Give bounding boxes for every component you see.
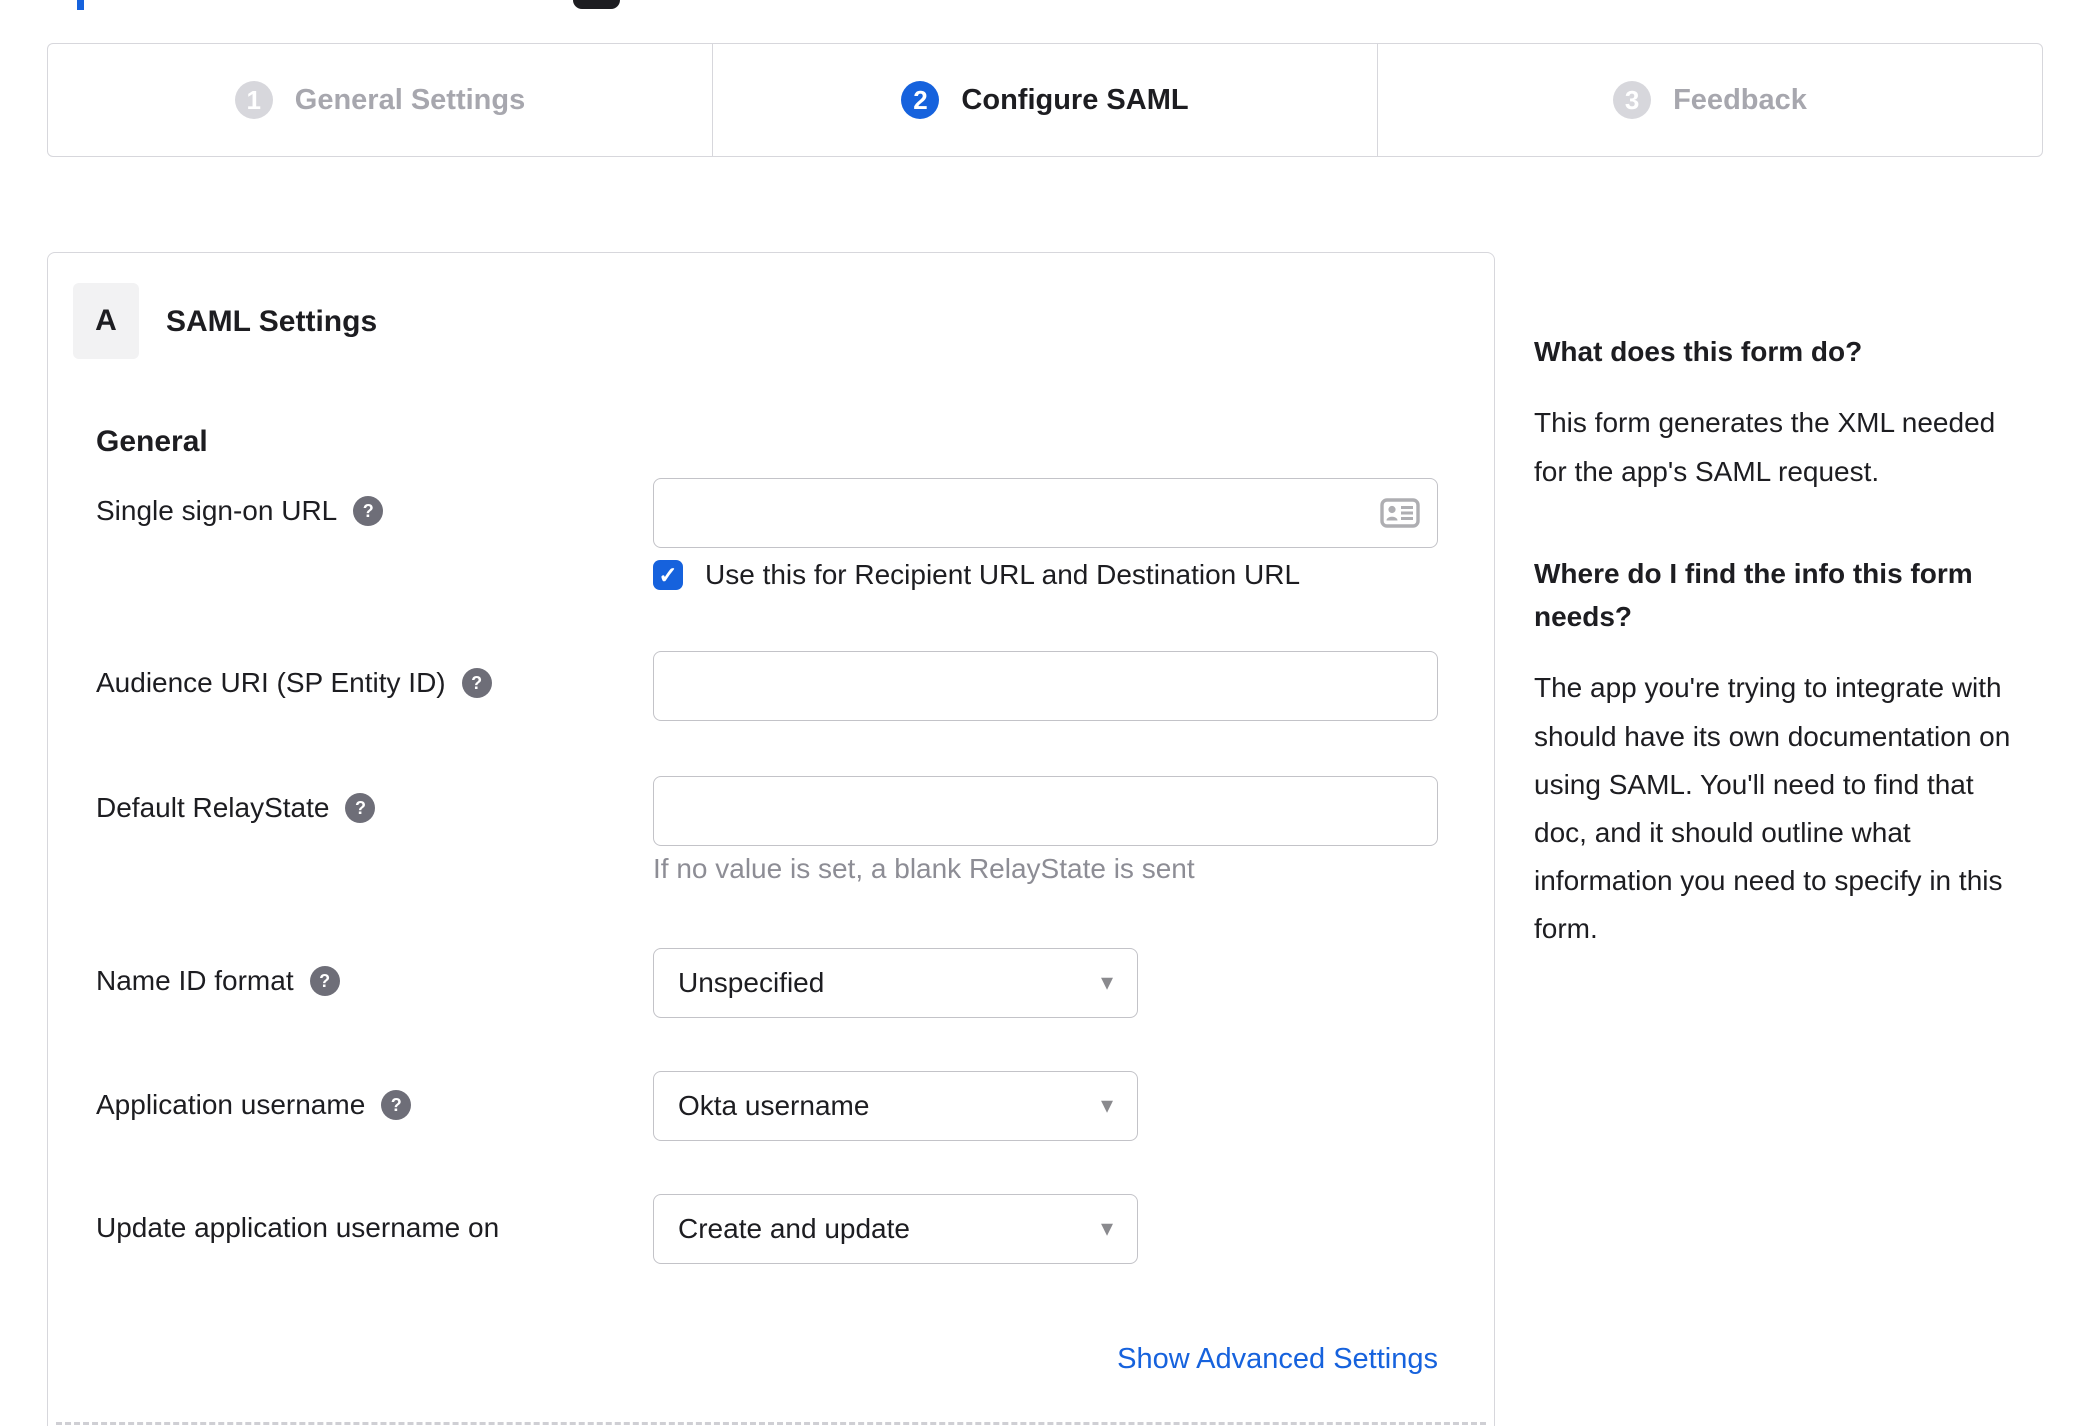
section-a-badge: A	[73, 283, 139, 359]
step-feedback[interactable]: 3 Feedback	[1377, 44, 2042, 156]
general-group-heading: General	[96, 425, 208, 458]
recipient-url-checkbox[interactable]: ✓	[653, 560, 683, 590]
chevron-down-icon: ▾	[1100, 1214, 1113, 1242]
help-sidebar: What does this form do? This form genera…	[1534, 330, 2020, 1009]
step-label: Feedback	[1673, 83, 1807, 116]
name-id-format-value: Unspecified	[678, 967, 825, 998]
help-icon[interactable]: ?	[353, 496, 384, 526]
default-relaystate-input[interactable]	[653, 776, 1438, 846]
help-heading-what: What does this form do?	[1534, 336, 1863, 367]
recipient-url-checkbox-row: ✓ Use this for Recipient URL and Destina…	[653, 559, 1300, 591]
help-icon[interactable]: ?	[381, 1090, 412, 1120]
section-dashed-divider	[56, 1422, 1486, 1425]
show-advanced-settings-link[interactable]: Show Advanced Settings	[653, 1343, 1438, 1376]
step-configure-saml[interactable]: 2 Configure SAML	[712, 44, 1377, 156]
chevron-down-icon: ▾	[1100, 1091, 1113, 1119]
help-icon[interactable]: ?	[345, 793, 376, 823]
audience-uri-label: Audience URI (SP Entity ID) ?	[96, 667, 492, 699]
relaystate-hint: If no value is set, a blank RelayState i…	[653, 853, 1195, 884]
update-username-on-select[interactable]: Create and update ▾	[653, 1194, 1138, 1264]
saml-wizard-page: 1 General Settings 2 Configure SAML 3 Fe…	[0, 0, 2092, 1426]
application-username-select[interactable]: Okta username ▾	[653, 1071, 1138, 1141]
saml-settings-panel: A SAML Settings General Single sign-on U…	[47, 252, 1495, 1426]
name-id-format-label: Name ID format ?	[96, 965, 340, 997]
step-number-badge: 1	[234, 81, 273, 119]
help-icon[interactable]: ?	[461, 668, 492, 698]
help-icon[interactable]: ?	[309, 966, 340, 996]
update-username-on-value: Create and update	[678, 1213, 910, 1244]
help-para-where: The app you're trying to integrate with …	[1534, 672, 2011, 945]
step-label: Configure SAML	[961, 83, 1189, 116]
single-sign-on-url-input[interactable]	[653, 478, 1438, 548]
recipient-url-checkbox-label: Use this for Recipient URL and Destinati…	[705, 559, 1301, 590]
single-sign-on-url-field-wrap	[653, 478, 1438, 548]
audience-uri-input[interactable]	[653, 651, 1438, 721]
step-number-badge: 3	[1613, 81, 1652, 119]
help-heading-where: Where do I find the info this form needs…	[1534, 557, 1973, 633]
update-username-on-label: Update application username on	[96, 1212, 500, 1243]
default-relaystate-label: Default RelayState ?	[96, 792, 376, 824]
step-label: General Settings	[294, 83, 526, 116]
single-sign-on-url-label: Single sign-on URL ?	[96, 495, 384, 527]
step-number-badge: 2	[901, 81, 940, 119]
chevron-down-icon: ▾	[1100, 968, 1113, 996]
section-title: SAML Settings	[166, 305, 378, 338]
header-remnant-icon	[573, 0, 620, 9]
wizard-stepper: 1 General Settings 2 Configure SAML 3 Fe…	[47, 43, 2043, 157]
header-remnant-accent	[77, 0, 84, 10]
application-username-label: Application username ?	[96, 1089, 412, 1121]
application-username-value: Okta username	[678, 1090, 870, 1121]
help-para-what: This form generates the XML needed for t…	[1534, 407, 1996, 487]
name-id-format-select[interactable]: Unspecified ▾	[653, 948, 1138, 1018]
step-general-settings[interactable]: 1 General Settings	[48, 44, 712, 156]
